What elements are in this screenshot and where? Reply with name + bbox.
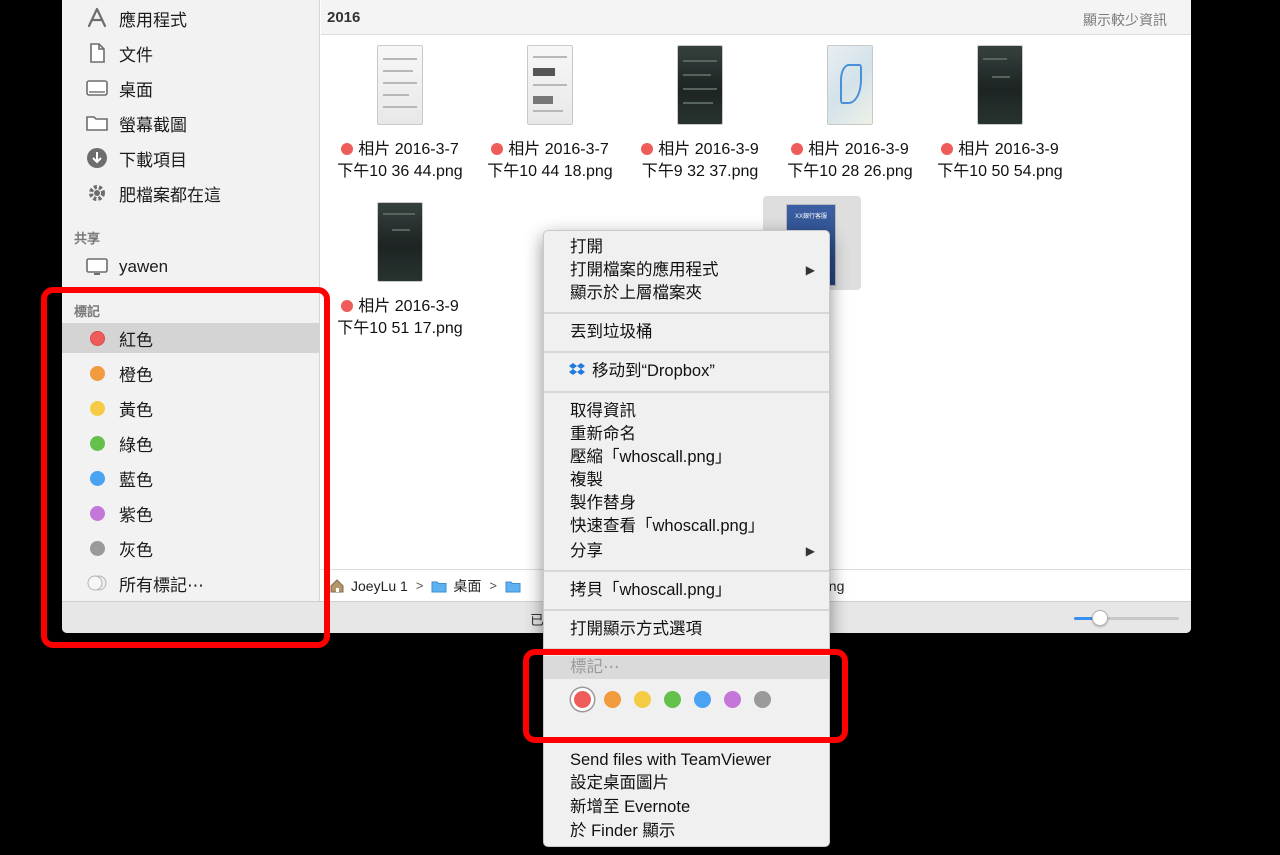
- menu-separator: [544, 609, 829, 611]
- red-tag-dot-icon: [791, 143, 804, 155]
- sidebar-item-documents[interactable]: 文件: [62, 38, 320, 68]
- file-name-line1: 相片 2016-3-9: [925, 139, 1075, 161]
- chevron-right-icon: >: [415, 578, 424, 593]
- folder-icon: [505, 581, 521, 592]
- red-tag-dot-icon: [341, 300, 354, 312]
- thumbnail-caption: XX銀行客服: [794, 214, 827, 220]
- icon-size-slider[interactable]: [1074, 617, 1179, 620]
- menu-item-get-info[interactable]: 取得資訊: [544, 400, 829, 423]
- red-tag-dot-icon: [941, 143, 954, 155]
- file-item[interactable]: 相片 2016-3-9 下午10 28 26.png: [775, 45, 925, 185]
- sidebar-item-desktop[interactable]: 桌面: [62, 73, 320, 103]
- sidebar-item-downloads[interactable]: 下載項目: [62, 143, 320, 173]
- computer-icon: [86, 256, 108, 278]
- red-tag-dot-icon: [491, 143, 504, 155]
- slider-knob[interactable]: [1092, 610, 1109, 626]
- file-name-line2: 下午10 44 18.png: [487, 163, 613, 180]
- menu-item-duplicate[interactable]: 複製: [544, 469, 829, 492]
- file-name-line1: 相片 2016-3-9: [775, 139, 925, 161]
- file-item[interactable]: 相片 2016-3-9 下午9 32 37.png: [625, 45, 775, 185]
- file-item[interactable]: 相片 2016-3-7 下午10 44 18.png: [475, 45, 625, 185]
- annotation-box-sidebar-tags: [41, 287, 330, 648]
- menu-item-make-alias[interactable]: 製作替身: [544, 492, 829, 515]
- menu-item-move-to-trash[interactable]: 丟到垃圾桶: [544, 321, 829, 344]
- menu-item-open-with[interactable]: 打開檔案的應用程式 ▶: [544, 259, 829, 282]
- menu-item-open[interactable]: 打開: [544, 236, 829, 259]
- sidebar-item-label: 肥檔案都在這: [119, 185, 221, 205]
- sidebar-item-label: 應用程式: [119, 10, 187, 30]
- file-name-line2: 下午10 28 26.png: [787, 163, 913, 180]
- folder-icon: [431, 581, 447, 592]
- applications-icon: [86, 7, 108, 29]
- sidebar-item-label: 下載項目: [119, 150, 187, 170]
- submenu-arrow-icon: ▶: [805, 544, 815, 558]
- status-text: 已: [530, 612, 544, 628]
- file-thumbnail: [377, 202, 423, 282]
- submenu-arrow-icon: ▶: [805, 263, 815, 277]
- show-less-link[interactable]: 顯示較少資訊: [1083, 10, 1167, 30]
- menu-item-show-view-options[interactable]: 打開顯示方式選項: [544, 618, 829, 641]
- annotation-box-menu-tags: [523, 649, 848, 743]
- file-name-line2: 下午10 50 54.png: [937, 163, 1063, 180]
- file-item[interactable]: 相片 2016-3-7 下午10 36 44.png: [325, 45, 475, 185]
- home-icon: [330, 578, 344, 592]
- menu-item-set-desktop-picture[interactable]: 設定桌面圖片: [544, 772, 829, 795]
- dropbox-icon: [569, 363, 585, 375]
- sidebar-item-applications[interactable]: 應用程式: [62, 3, 320, 33]
- file-thumbnail: [977, 45, 1023, 125]
- menu-item-move-to-dropbox[interactable]: 移动到“Dropbox”: [544, 360, 829, 383]
- file-name-line2: 下午10 36 44.png: [337, 163, 463, 180]
- sidebar-item-label: 文件: [119, 45, 153, 65]
- file-item[interactable]: 相片 2016-3-9 下午10 51 17.png: [325, 202, 475, 342]
- file-thumbnail: [527, 45, 573, 125]
- sidebar-item-label: yawen: [119, 257, 169, 276]
- file-name-line1: 相片 2016-3-7: [325, 139, 475, 161]
- menu-item-quick-look[interactable]: 快速查看「whoscall.png」: [544, 515, 829, 538]
- menu-separator: [544, 351, 829, 353]
- folder-title: 2016: [327, 9, 361, 26]
- red-tag-dot-icon: [341, 143, 354, 155]
- menu-item-rename[interactable]: 重新命名: [544, 423, 829, 446]
- menu-item-reveal-in-finder[interactable]: 於 Finder 顯示: [544, 820, 829, 843]
- sidebar-item-screenshots[interactable]: 螢幕截圖: [62, 108, 320, 138]
- content-header: 2016 顯示較少資訊: [321, 0, 1191, 35]
- sidebar-item-big-files[interactable]: 肥檔案都在這: [62, 178, 320, 208]
- path-crumb-home[interactable]: JoeyLu 1 >: [329, 578, 423, 594]
- file-thumbnail: [677, 45, 723, 125]
- file-thumbnail: [827, 45, 873, 125]
- context-menu: 打開 打開檔案的應用程式 ▶ 顯示於上層檔案夾 丟到垃圾桶 移动到“Dropbox…: [543, 230, 830, 847]
- folder-icon: [86, 112, 108, 134]
- file-name-line1: 相片 2016-3-9: [325, 296, 475, 318]
- documents-icon: [86, 42, 108, 64]
- menu-separator: [544, 391, 829, 393]
- file-thumbnail: [377, 45, 423, 125]
- menu-item-add-to-evernote[interactable]: 新增至 Evernote: [544, 796, 829, 819]
- menu-separator: [544, 312, 829, 314]
- desktop-icon: [86, 77, 108, 99]
- downloads-icon: [86, 147, 108, 169]
- file-name-line1: 相片 2016-3-9: [625, 139, 775, 161]
- file-name-line1: 相片 2016-3-7: [475, 139, 625, 161]
- menu-item-send-teamviewer[interactable]: Send files with TeamViewer: [544, 749, 829, 772]
- sidebar-heading-shared: 共享: [74, 231, 101, 246]
- file-item[interactable]: 相片 2016-3-9 下午10 50 54.png: [925, 45, 1075, 185]
- sidebar-item-label: 桌面: [119, 80, 153, 100]
- chevron-right-icon: >: [489, 578, 498, 593]
- gear-icon: [86, 182, 108, 204]
- menu-item-copy[interactable]: 拷貝「whoscall.png」: [544, 579, 829, 602]
- path-crumb-desktop[interactable]: 桌面 >: [431, 576, 497, 596]
- sidebar-item-label: 螢幕截圖: [119, 115, 187, 135]
- menu-item-share[interactable]: 分享 ▶: [544, 540, 829, 563]
- path-crumb-folder[interactable]: [505, 578, 527, 594]
- red-tag-dot-icon: [641, 143, 654, 155]
- sidebar-item-yawen[interactable]: yawen: [62, 252, 320, 282]
- file-name-line2: 下午10 51 17.png: [337, 320, 463, 337]
- file-name-line2: 下午9 32 37.png: [641, 163, 759, 180]
- menu-item-show-in-enclosing-folder[interactable]: 顯示於上層檔案夾: [544, 282, 829, 305]
- menu-separator: [544, 570, 829, 572]
- menu-item-compress[interactable]: 壓縮「whoscall.png」: [544, 446, 829, 469]
